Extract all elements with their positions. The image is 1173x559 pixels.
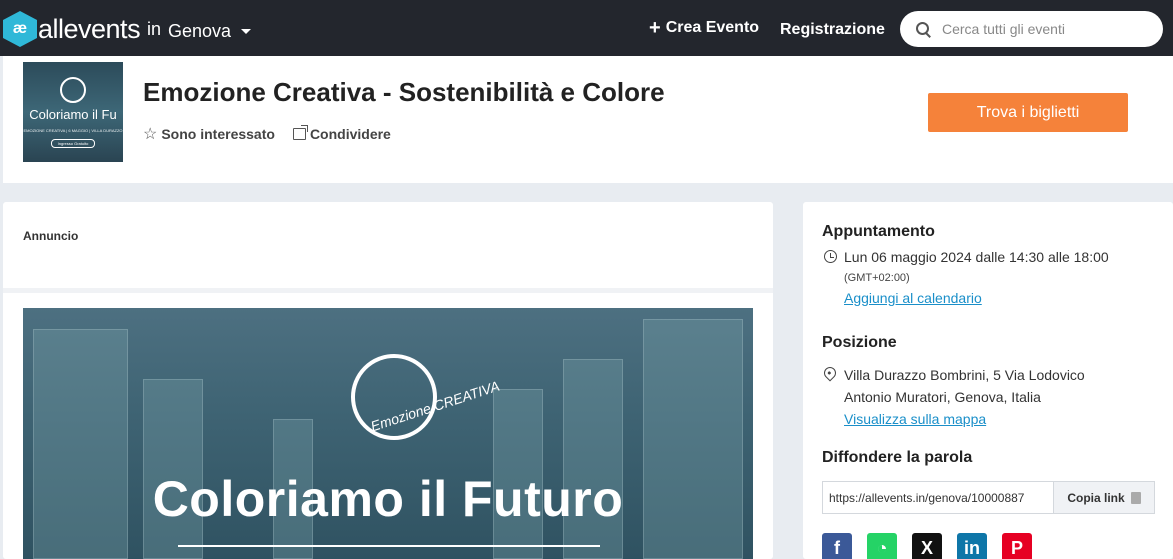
thumbnail-title: Coloriamo il Fu (29, 106, 117, 122)
event-date: Lun 06 maggio 2024 dalle 14:30 alle 18:0… (844, 249, 1109, 265)
search-icon (916, 22, 930, 36)
building-shape (143, 379, 203, 559)
facebook-icon[interactable]: f (822, 533, 852, 559)
event-thumbnail[interactable]: Coloriamo il Fu EMOZIONE CREATIVA | 6 MA… (23, 62, 123, 162)
create-event-link[interactable]: + Crea Evento (649, 17, 760, 39)
event-timezone: (GMT+02:00) (844, 272, 910, 284)
caret-down-icon (241, 29, 252, 34)
event-title: Emozione Creativa - Sostenibilità e Colo… (143, 77, 665, 107)
interested-label: Sono interessato (161, 126, 275, 142)
share-heading: Diffondere la parola (822, 449, 973, 466)
copy-link-label: Copia link (1067, 490, 1125, 505)
emblem-icon (60, 76, 86, 103)
logo-text: allevents (38, 14, 141, 44)
address-line-2: Antonio Muratori, Genova, Italia (844, 389, 1041, 405)
share-icon (292, 125, 308, 140)
event-content: Annuncio Emozione CREATIVA Coloriamo il … (3, 202, 773, 559)
city-selector[interactable]: Genova (168, 21, 252, 42)
share-label: Condividere (309, 126, 391, 142)
event-header: Coloriamo il Fu EMOZIONE CREATIVA | 6 MA… (3, 56, 1173, 183)
event-actions: ☆ Sono interessato Condividere (143, 124, 391, 144)
logo-hexagon-icon: æ (3, 11, 37, 47)
interested-button[interactable]: ☆ Sono interessato (143, 124, 275, 144)
share-button[interactable]: Condividere (292, 124, 391, 144)
social-share-buttons: f ◔ Xin P (822, 533, 1032, 559)
linkedin-icon[interactable]: in (957, 533, 987, 559)
pinterest-icon[interactable]: P (1002, 533, 1032, 559)
banner-underline (178, 545, 600, 547)
share-url-box: Copia link (822, 481, 1155, 514)
whatsapp-icon[interactable]: ◔ (867, 533, 897, 559)
ad-label: Annuncio (23, 229, 79, 243)
banner-title: Coloriamo il Futuro (152, 471, 624, 527)
map-pin-icon (821, 364, 839, 382)
site-logo[interactable]: æ allevents (3, 11, 141, 47)
top-navbar: æ allevents in Genova + Crea Evento Regi… (0, 0, 1173, 56)
copy-icon (1130, 491, 1141, 504)
share-url-field[interactable] (823, 482, 1053, 513)
location-heading: Posizione (822, 334, 897, 351)
city-name: Genova (168, 21, 232, 41)
register-link[interactable]: Registrazione (780, 21, 885, 39)
search-input[interactable] (942, 21, 1152, 37)
find-tickets-button[interactable]: Trova i biglietti (928, 93, 1128, 132)
thumbnail-badge: Ingresso Gratuito (50, 138, 96, 148)
search-bar[interactable] (900, 11, 1163, 47)
city-in-label: in (147, 19, 162, 39)
event-sidebar: Appuntamento Lun 06 maggio 2024 dalle 14… (803, 202, 1173, 559)
x-icon[interactable]: X (912, 533, 942, 559)
plus-icon: + (649, 17, 661, 39)
clock-icon (824, 250, 837, 263)
thumbnail-subtitle: EMOZIONE CREATIVA | 6 MAGGIO | VILLA DUR… (23, 127, 123, 133)
address-line-1: Villa Durazzo Bombrini, 5 Via Lodovico (844, 367, 1085, 383)
add-to-calendar-link[interactable]: Aggiungi al calendario (844, 287, 982, 309)
create-event-label: Crea Evento (665, 19, 760, 36)
building-shape (563, 359, 623, 559)
star-icon: ☆ (143, 126, 158, 143)
view-map-link[interactable]: Visualizza sulla mappa (844, 408, 986, 430)
divider (3, 288, 773, 293)
schedule-heading: Appuntamento (822, 223, 935, 240)
event-banner-image: Emozione CREATIVA Coloriamo il Futuro (23, 308, 753, 559)
copy-link-button[interactable]: Copia link (1053, 482, 1154, 513)
